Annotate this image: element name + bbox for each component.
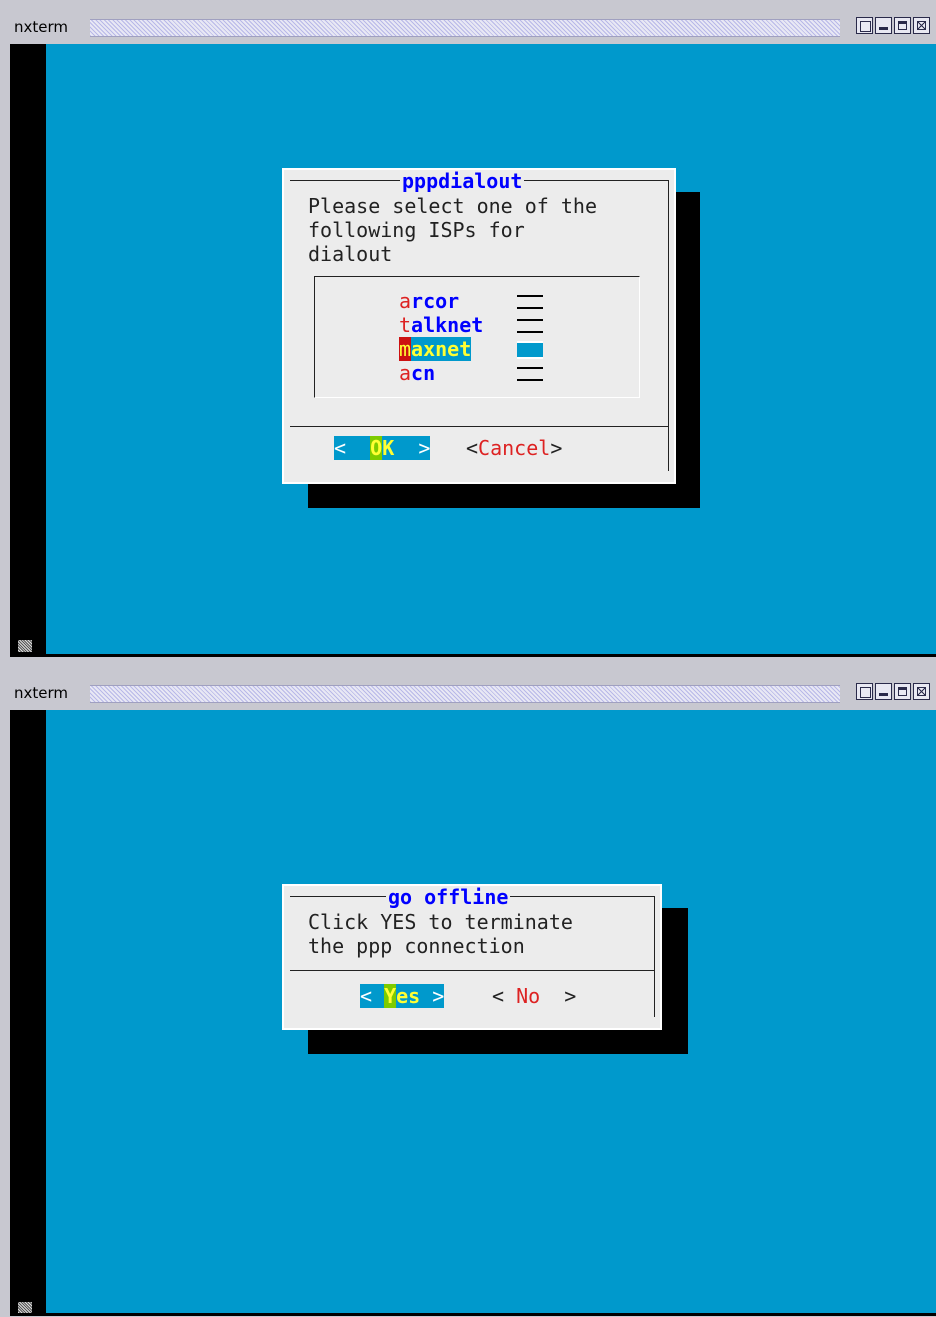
- terminal-screen: go offline Click YES to terminate the pp…: [46, 710, 936, 1313]
- title-bar[interactable]: nxterm: [0, 674, 936, 710]
- list-item-marker: [517, 319, 543, 333]
- ok-button[interactable]: < OK >: [334, 436, 431, 460]
- dialog: go offline Click YES to terminate the pp…: [282, 884, 662, 1030]
- dialog-title: go offline: [386, 885, 511, 909]
- yes-button[interactable]: < Yes >: [360, 984, 445, 1008]
- close-icon[interactable]: [913, 683, 930, 700]
- list-item-marker-selected: [517, 341, 543, 359]
- minimize-icon[interactable]: [875, 683, 892, 700]
- list-item[interactable]: acn: [399, 361, 435, 385]
- title-bar-pattern: [90, 19, 840, 37]
- button-separator: [290, 426, 668, 427]
- window-menu-icon[interactable]: [856, 17, 873, 34]
- window-menu-icon[interactable]: [856, 683, 873, 700]
- list-item-marker: [517, 295, 543, 309]
- terminal-window-1: nxterm pppdialout Please select one of t…: [0, 0, 936, 660]
- dialog-message: Please select one of the following ISPs …: [308, 194, 597, 266]
- dialog: pppdialout Please select one of the foll…: [282, 168, 676, 484]
- window-bottom-edge: [10, 654, 936, 657]
- scrollbar[interactable]: [10, 44, 46, 654]
- list-item-marker: [517, 367, 543, 381]
- maximize-icon[interactable]: [894, 17, 911, 34]
- maximize-icon[interactable]: [894, 683, 911, 700]
- list-item-selected[interactable]: maxnet: [399, 337, 472, 361]
- terminal-window-2: nxterm go offline Click YES to terminate…: [0, 660, 936, 1317]
- isp-list: arcor talknet maxnet acn: [314, 276, 640, 398]
- window-bottom-edge: [10, 1313, 936, 1316]
- cancel-button[interactable]: <Cancel>: [466, 436, 562, 460]
- window-controls: [856, 17, 930, 34]
- dialog-title: pppdialout: [400, 169, 525, 193]
- window-title: nxterm: [14, 18, 69, 36]
- list-item[interactable]: arcor: [399, 289, 459, 313]
- close-icon[interactable]: [913, 17, 930, 34]
- button-separator: [290, 970, 654, 971]
- list-item[interactable]: talknet: [399, 313, 483, 337]
- resize-grip-icon[interactable]: [18, 640, 32, 652]
- minimize-icon[interactable]: [875, 17, 892, 34]
- dialog-message: Click YES to terminate the ppp connectio…: [308, 910, 573, 958]
- title-bar[interactable]: nxterm: [0, 8, 936, 44]
- scrollbar[interactable]: [10, 710, 46, 1313]
- window-controls: [856, 683, 930, 700]
- window-title: nxterm: [14, 684, 69, 702]
- no-button[interactable]: < No >: [492, 984, 576, 1008]
- terminal-screen: pppdialout Please select one of the foll…: [46, 44, 936, 654]
- title-bar-pattern: [90, 685, 840, 703]
